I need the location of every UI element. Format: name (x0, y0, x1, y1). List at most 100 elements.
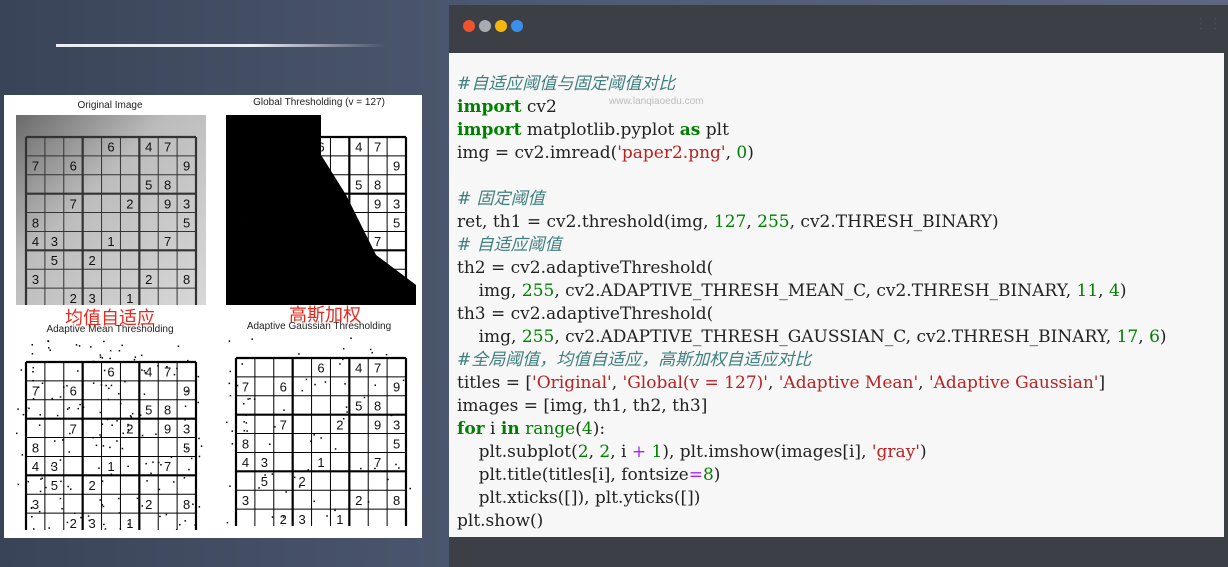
noise-speck (121, 344, 123, 347)
window-controls (463, 20, 523, 32)
noise-speck (48, 527, 50, 529)
noise-speck (104, 528, 107, 530)
noise-speck (231, 443, 234, 445)
code-token: 255 (521, 281, 555, 301)
noise-speck (339, 363, 341, 365)
sudoku-digit: 9 (393, 159, 400, 174)
noise-speck (110, 384, 113, 387)
code-token: , (1098, 281, 1109, 301)
code-line: plt.xticks([]), plt.yticks([]) (457, 488, 701, 508)
code-token: 127 (713, 212, 747, 232)
code-token: , (918, 373, 929, 393)
sudoku-digit: 3 (242, 493, 249, 508)
sudoku-digit: 8 (242, 436, 249, 451)
noise-speck (116, 440, 118, 442)
code-block[interactable]: #自适应阈值与固定阈值对比 import cv2 import matplotl… (449, 53, 1224, 533)
sudoku-digit: 2 (336, 417, 343, 432)
original-sudoku-image: 6 4 77 6 95 87 2 9 38 54 3 1 75 23 2 82 3 1 (16, 115, 206, 305)
noise-speck (66, 521, 69, 524)
code-token: 2 (577, 442, 589, 462)
sudoku-digit: 6 (107, 365, 114, 380)
sudoku-digit: 6 (317, 361, 324, 376)
sudoku-digit: 2 (298, 474, 305, 489)
noise-speck (313, 434, 315, 436)
noise-speck (31, 353, 34, 355)
noise-speck (59, 497, 62, 500)
code-editor-window: ⋮⋮ www.lanqiaoedu.com #自适应阈值与固定阈值对比 impo… (449, 5, 1228, 567)
noise-speck (20, 369, 23, 371)
code-token: , cv2.ADAPTIVE_THRESH_GAUSSIAN_C, cv2.TH… (554, 327, 1117, 347)
sudoku-digit: 8 (164, 178, 171, 193)
sudoku-digit: 2 (88, 253, 95, 268)
noise-speck (66, 408, 69, 410)
sudoku-digit: 9 (183, 384, 190, 399)
code-token: 4 (581, 419, 593, 439)
close-dot-icon[interactable] (463, 20, 475, 32)
sudoku-digit: 5 (355, 178, 362, 193)
noise-speck (228, 382, 231, 385)
sudoku-digit: 1 (107, 459, 114, 474)
noise-speck (374, 384, 376, 386)
code-token: i (484, 419, 501, 439)
sudoku-digit: 2 (145, 497, 152, 512)
code-token: img, (457, 327, 522, 347)
code-line: img = cv2.imread('paper2.png', 0) (457, 143, 754, 163)
subplot-title-gaussian: Adaptive Gaussian Thresholding (246, 321, 392, 332)
noise-speck (241, 363, 243, 365)
extra-dot-icon[interactable] (511, 20, 523, 32)
code-token: th2 = cv2.adaptiveThreshold( (457, 258, 714, 278)
noise-speck (226, 421, 228, 424)
sudoku-digit: 3 (32, 272, 39, 287)
noise-speck (229, 394, 232, 397)
noise-speck (32, 371, 34, 373)
noise-speck (99, 411, 101, 414)
noise-speck (192, 503, 194, 505)
sudoku-digit: 6 (107, 140, 114, 155)
code-line: plt.title(titles[i], fontsize=8) (457, 465, 721, 485)
noise-speck (243, 403, 245, 405)
minimize-dot-icon[interactable] (479, 20, 491, 32)
noise-speck (99, 356, 102, 358)
code-line: #自适应阈值与固定阈值对比 (457, 74, 675, 94)
noise-speck (118, 393, 120, 395)
adaptive-gaussian-image: 6 4 77 6 95 87 2 9 38 54 3 1 75 23 2 82 3 1 (226, 336, 416, 526)
noise-speck (188, 468, 190, 471)
noise-speck (179, 524, 181, 526)
code-token: , (767, 373, 779, 393)
code-token: img = cv2.imread( (457, 143, 618, 163)
sudoku-digit: 9 (183, 159, 190, 174)
noise-speck (118, 350, 121, 352)
sudoku-digit: 3 (88, 516, 95, 530)
sudoku-digit: 3 (183, 196, 190, 211)
sudoku-digit: 7 (164, 365, 171, 380)
sudoku-digit: 8 (183, 497, 190, 512)
noise-speck (271, 473, 274, 475)
code-area[interactable]: www.lanqiaoedu.com #自适应阈值与固定阈值对比 import … (449, 53, 1224, 537)
noise-speck (21, 454, 24, 456)
sudoku-digit: 5 (183, 215, 190, 230)
noise-speck (99, 499, 101, 501)
noise-speck (51, 397, 53, 400)
noise-speck (269, 443, 271, 445)
sudoku-digit: 7 (280, 417, 287, 432)
subplot-title-global: Global Thresholding (v = 127) (253, 97, 385, 108)
code-token: 'Adaptive Mean' (778, 373, 919, 393)
sudoku-digit: 5 (145, 178, 152, 193)
zoom-dot-icon[interactable] (495, 20, 507, 32)
sudoku-digit: 6 (70, 384, 77, 399)
noise-speck (159, 515, 161, 518)
code-token: as (679, 120, 701, 140)
noise-speck (198, 455, 201, 458)
code-line: ret, th1 = cv2.threshold(img, 127, 255, … (457, 212, 999, 232)
noise-speck (109, 446, 111, 449)
noise-speck (102, 445, 105, 447)
noise-speck (101, 357, 104, 359)
sudoku-digit: 8 (183, 272, 190, 287)
sudoku-digit: 5 (393, 436, 400, 451)
noise-speck (79, 403, 81, 406)
noise-speck (155, 433, 157, 435)
noise-speck (145, 462, 147, 465)
noise-speck (177, 345, 180, 347)
noise-speck (342, 348, 345, 350)
sudoku-digit: 9 (164, 421, 171, 436)
